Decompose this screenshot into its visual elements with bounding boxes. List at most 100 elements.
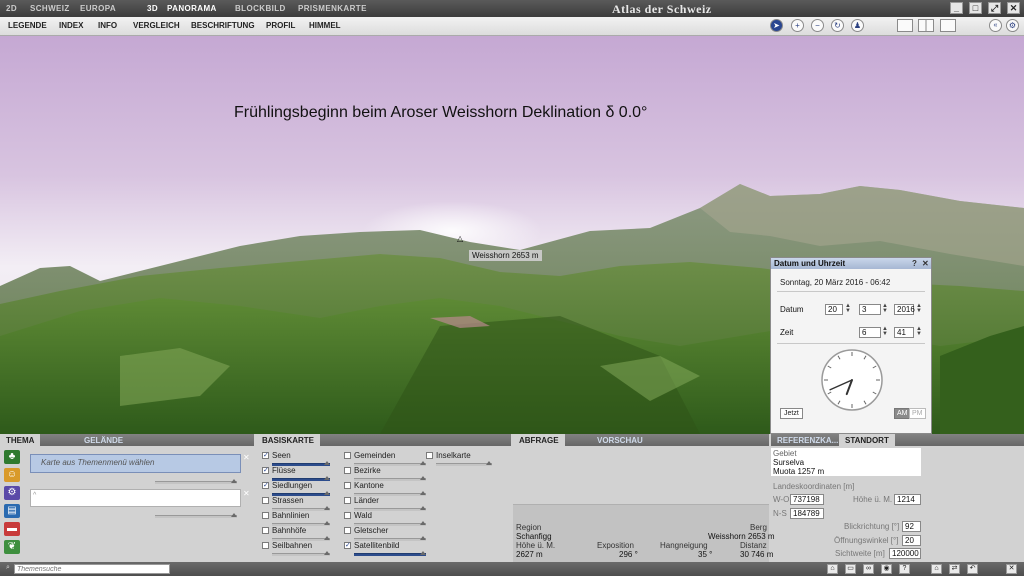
- hour-input[interactable]: 6: [859, 327, 881, 338]
- tab-gelaende[interactable]: GELÄNDE: [78, 434, 129, 446]
- peak-marker[interactable]: △: [457, 234, 463, 243]
- menu-himmel[interactable]: HIMMEL: [309, 21, 341, 30]
- checkbox-col2-1[interactable]: [344, 467, 351, 474]
- mode-3d[interactable]: 3D: [147, 4, 158, 13]
- clear-icon-2[interactable]: ✕: [243, 489, 250, 498]
- checkbox-col2-3[interactable]: [344, 497, 351, 504]
- info-icon[interactable]: [940, 19, 956, 32]
- close-icon[interactable]: ✕: [1007, 2, 1020, 14]
- datetime-titlebar[interactable]: Datum und Uhrzeit ? ✕: [771, 258, 931, 269]
- day-spinner[interactable]: ▲ ▼: [845, 303, 851, 314]
- arrow-pointer-icon[interactable]: ➤: [770, 19, 783, 32]
- checkbox-col2-2[interactable]: [344, 482, 351, 489]
- checkbox-col1-1[interactable]: ✓: [262, 467, 269, 474]
- hour-spinner[interactable]: ▲ ▼: [882, 326, 888, 337]
- menu-info[interactable]: INFO: [98, 21, 117, 30]
- nav-schweiz[interactable]: SCHWEIZ: [30, 4, 70, 13]
- undo-icon[interactable]: ↶: [967, 564, 978, 574]
- theme-search-input[interactable]: [14, 564, 170, 574]
- month-spinner[interactable]: ▲ ▼: [882, 303, 888, 314]
- checkbox-col1-4[interactable]: [262, 512, 269, 519]
- nav-panorama[interactable]: PANORAMA: [167, 4, 217, 13]
- tab-abfrage[interactable]: ABFRAGE: [513, 434, 565, 446]
- checkbox-col1-2[interactable]: ✓: [262, 482, 269, 489]
- menu-beschriftung[interactable]: BESCHRIFTUNG: [191, 21, 255, 30]
- restore-icon[interactable]: □: [969, 2, 982, 14]
- theme-slider-2[interactable]: [155, 513, 237, 518]
- checkbox-col2-5[interactable]: [344, 527, 351, 534]
- nav-europa[interactable]: EUROPA: [80, 4, 116, 13]
- menu-index[interactable]: INDEX: [59, 21, 83, 30]
- export-icon[interactable]: ⇄: [949, 564, 960, 574]
- checkbox-col2-0[interactable]: [344, 452, 351, 459]
- people-icon[interactable]: ☺: [4, 468, 20, 482]
- double-chevron-left-icon[interactable]: «: [989, 19, 1002, 32]
- minimize-icon[interactable]: _: [950, 2, 963, 14]
- leaf-icon[interactable]: ❦: [4, 540, 20, 554]
- ns-input[interactable]: 184789: [790, 508, 824, 519]
- tab-vorschau[interactable]: VORSCHAU: [591, 434, 649, 446]
- tree-icon[interactable]: ♣: [4, 450, 20, 464]
- fullscreen-icon[interactable]: ⌂: [931, 564, 942, 574]
- train-icon[interactable]: ▬: [4, 522, 20, 536]
- checkbox-col3-0[interactable]: [426, 452, 433, 459]
- tab-basiskarte[interactable]: BASISKARTE: [256, 434, 321, 446]
- analog-clock[interactable]: [820, 348, 884, 412]
- camera-icon[interactable]: ◉: [881, 564, 892, 574]
- blick-input[interactable]: 92: [902, 521, 921, 532]
- menu-vergleich[interactable]: VERGLEICH: [133, 21, 180, 30]
- maximize-icon[interactable]: ⤢: [988, 2, 1001, 14]
- opacity-slider[interactable]: [272, 551, 330, 556]
- tab-referenzkarte[interactable]: REFERENZKA...: [771, 434, 844, 446]
- link-icon[interactable]: ∞: [863, 564, 874, 574]
- checkbox-col1-6[interactable]: [262, 542, 269, 549]
- month-input[interactable]: 3: [859, 304, 881, 315]
- building-icon[interactable]: ▤: [4, 504, 20, 518]
- zoom-out-icon[interactable]: −: [811, 19, 824, 32]
- minute-input[interactable]: 41: [894, 327, 914, 338]
- nav-blockbild[interactable]: BLOCKBILD: [235, 4, 286, 13]
- settings-icon[interactable]: ⚙: [1006, 19, 1019, 32]
- theme-map-select-2[interactable]: ^: [30, 489, 241, 507]
- now-button[interactable]: Jetzt: [780, 408, 803, 419]
- print-icon[interactable]: ▭: [845, 564, 856, 574]
- checkbox-col1-3[interactable]: [262, 497, 269, 504]
- checkbox-col2-4[interactable]: [344, 512, 351, 519]
- zoom-in-icon[interactable]: +: [791, 19, 804, 32]
- sicht-input[interactable]: 120000: [889, 548, 921, 559]
- help-icon[interactable]: ?: [899, 564, 910, 574]
- checkbox-col1-5[interactable]: [262, 527, 269, 534]
- split-view-icon[interactable]: [918, 19, 934, 32]
- menu-profil[interactable]: PROFIL: [266, 21, 295, 30]
- rotate-icon[interactable]: ↻: [831, 19, 844, 32]
- gear-icon[interactable]: ⚙: [4, 486, 20, 500]
- home-icon[interactable]: ⌂: [827, 564, 838, 574]
- hoehe-input[interactable]: 1214: [894, 494, 921, 505]
- help-icon[interactable]: ?: [912, 258, 917, 269]
- opacity-slider[interactable]: [436, 461, 492, 466]
- peak-label[interactable]: Weisshorn 2653 m: [469, 250, 542, 261]
- mode-2d[interactable]: 2D: [6, 4, 17, 13]
- theme-map-select[interactable]: Karte aus Themenmenü wählen: [30, 454, 241, 473]
- minute-spinner[interactable]: ▲ ▼: [916, 326, 922, 337]
- wo-input[interactable]: 737198: [790, 494, 824, 505]
- checkbox-col1-0[interactable]: ✓: [262, 452, 269, 459]
- menu-legende[interactable]: LEGENDE: [8, 21, 47, 30]
- clear-icon[interactable]: ✕: [243, 453, 250, 462]
- oeffnung-label: Öffnungswinkel [°]: [834, 536, 899, 545]
- opacity-slider[interactable]: [354, 551, 426, 556]
- pm-button[interactable]: PM: [909, 408, 926, 419]
- theme-slider-1[interactable]: [155, 479, 237, 484]
- close-icon[interactable]: ✕: [922, 258, 929, 269]
- year-input[interactable]: 2016: [894, 304, 915, 315]
- tab-standort[interactable]: STANDORT: [839, 434, 895, 446]
- checkbox-col2-6[interactable]: ✓: [344, 542, 351, 549]
- walk-icon[interactable]: ♟: [851, 19, 864, 32]
- single-view-icon[interactable]: [897, 19, 913, 32]
- nav-prismenkarte[interactable]: PRISMENKARTE: [298, 4, 367, 13]
- oeffnung-input[interactable]: 20: [902, 535, 921, 546]
- year-spinner[interactable]: ▲ ▼: [916, 303, 922, 314]
- day-input[interactable]: 20: [825, 304, 843, 315]
- tab-thema[interactable]: THEMA: [0, 434, 41, 446]
- close-icon[interactable]: ✕: [1006, 564, 1017, 574]
